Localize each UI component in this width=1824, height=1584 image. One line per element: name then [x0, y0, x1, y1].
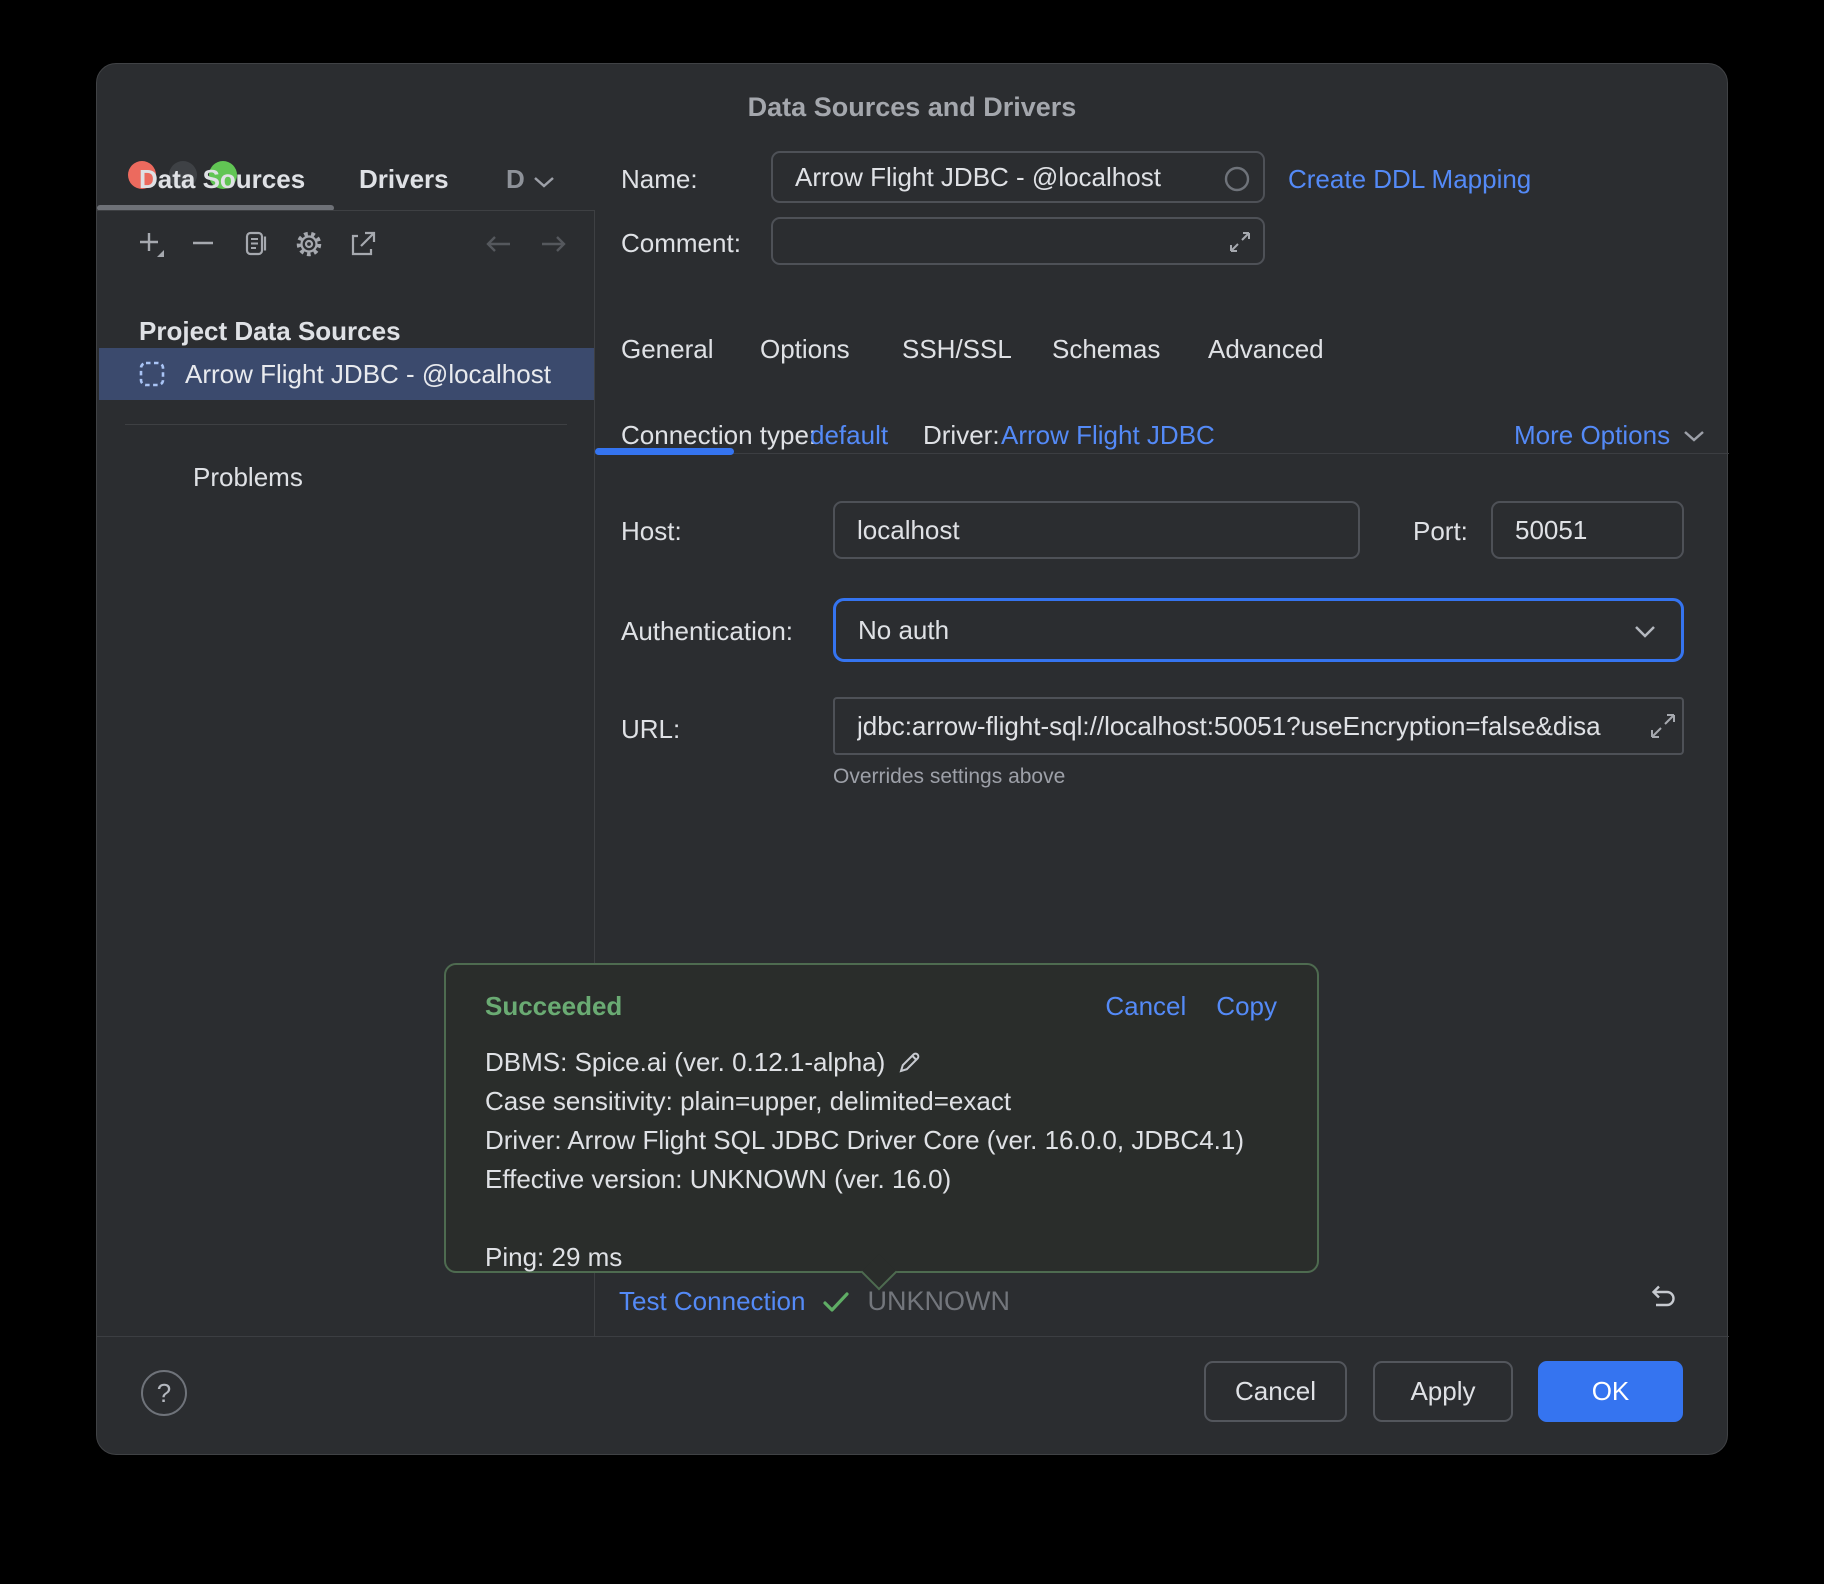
popup-copy-link[interactable]: Copy [1216, 991, 1277, 1022]
port-label: Port: [1413, 516, 1468, 547]
back-icon[interactable] [480, 226, 516, 262]
authentication-value: No auth [858, 615, 949, 646]
driver-line: Driver: Arrow Flight SQL JDBC Driver Cor… [485, 1121, 1244, 1160]
settings-gear-icon[interactable] [291, 226, 327, 262]
dbms-text: DBMS: Spice.ai (ver. 0.12.1-alpha) [485, 1043, 885, 1082]
screen: Data Sources and Drivers Data Sources Dr… [0, 0, 1824, 1584]
ping-line: Ping: 29 ms [485, 1238, 1244, 1277]
check-icon [821, 1289, 851, 1315]
host-label: Host: [621, 516, 682, 547]
authentication-select[interactable]: No auth [833, 598, 1684, 662]
select-chevron-down-icon [1633, 623, 1657, 641]
driver-value-link[interactable]: Arrow Flight JDBC [1001, 420, 1215, 451]
project-data-sources-header: Project Data Sources [139, 316, 401, 347]
connection-type-label: Connection type: [621, 420, 816, 451]
popup-cancel-link[interactable]: Cancel [1105, 991, 1186, 1022]
url-input[interactable]: jdbc:arrow-flight-sql://localhost:50051?… [833, 697, 1684, 755]
url-label: URL: [621, 714, 680, 745]
port-value: 50051 [1515, 515, 1587, 546]
expand-url-icon[interactable] [1648, 711, 1678, 741]
undo-icon[interactable] [1642, 1282, 1680, 1318]
datasource-icon [137, 359, 167, 389]
host-input[interactable]: localhost [833, 501, 1360, 559]
spinner-icon [1223, 165, 1251, 193]
duplicate-icon[interactable] [238, 226, 274, 262]
dbms-line: DBMS: Spice.ai (ver. 0.12.1-alpha) [485, 1043, 1244, 1082]
forward-icon[interactable] [536, 226, 572, 262]
test-connection-result-popup: Succeeded Cancel Copy DBMS: Spice.ai (ve… [444, 963, 1319, 1273]
tab-options[interactable]: Options [760, 334, 850, 365]
edit-pencil-icon[interactable] [895, 1049, 923, 1077]
tab-advanced[interactable]: Advanced [1208, 334, 1324, 365]
window-title: Data Sources and Drivers [97, 92, 1727, 123]
tree-separator [125, 424, 567, 425]
more-options-chevron-down-icon [1682, 427, 1706, 445]
more-options[interactable]: More Options [1514, 420, 1706, 451]
add-datasource-icon[interactable] [133, 226, 169, 262]
more-options-label: More Options [1514, 420, 1670, 451]
help-button[interactable]: ? [141, 1370, 187, 1416]
remove-datasource-icon[interactable] [185, 226, 221, 262]
case-sensitivity-line: Case sensitivity: plain=upper, delimited… [485, 1082, 1244, 1121]
data-sources-dialog: Data Sources and Drivers Data Sources Dr… [96, 63, 1728, 1455]
blank-line [485, 1199, 1244, 1238]
create-ddl-mapping-link[interactable]: Create DDL Mapping [1288, 164, 1531, 195]
apply-button[interactable]: Apply [1373, 1361, 1513, 1422]
url-value: jdbc:arrow-flight-sql://localhost:50051?… [857, 711, 1601, 742]
url-caption: Overrides settings above [833, 765, 1065, 789]
comment-input[interactable] [771, 217, 1265, 265]
port-input[interactable]: 50051 [1491, 501, 1684, 559]
tab-general[interactable]: General [621, 334, 714, 365]
expand-comment-icon[interactable] [1227, 229, 1253, 255]
datasource-item-label: Arrow Flight JDBC - @localhost [185, 359, 551, 390]
comment-label: Comment: [621, 228, 741, 259]
name-label: Name: [621, 164, 698, 195]
test-connection-row: Test Connection UNKNOWN [619, 1286, 1010, 1317]
authentication-label: Authentication: [621, 616, 793, 647]
status-succeeded: Succeeded [485, 991, 622, 1022]
host-value: localhost [857, 515, 960, 546]
tab-data-sources[interactable]: Data Sources [139, 164, 305, 195]
effective-version-line: Effective version: UNKNOWN (ver. 16.0) [485, 1160, 1244, 1199]
name-value: Arrow Flight JDBC - @localhost [795, 162, 1161, 193]
datasource-item-selected[interactable]: Arrow Flight JDBC - @localhost [99, 348, 594, 400]
tab-drivers[interactable]: Drivers [359, 164, 449, 195]
help-icon: ? [157, 1378, 171, 1409]
tabs-chevron-down-icon[interactable] [531, 172, 557, 192]
main-tabs-divider [594, 453, 1729, 454]
connection-type-value[interactable]: default [810, 420, 888, 451]
tab-schemas[interactable]: Schemas [1052, 334, 1160, 365]
cancel-button[interactable]: Cancel [1204, 1361, 1347, 1422]
test-result-text: UNKNOWN [867, 1286, 1010, 1317]
footer-divider [97, 1336, 1729, 1337]
tab-ssh-ssl[interactable]: SSH/SSL [902, 334, 1012, 365]
ok-button[interactable]: OK [1538, 1361, 1683, 1422]
problems-item[interactable]: Problems [193, 462, 303, 493]
export-icon[interactable] [345, 226, 381, 262]
name-input[interactable]: Arrow Flight JDBC - @localhost [771, 151, 1265, 203]
tab-overflow-truncated[interactable]: D [506, 164, 525, 195]
tabstrip-divider [97, 210, 594, 211]
driver-label: Driver: [923, 420, 1000, 451]
test-connection-link[interactable]: Test Connection [619, 1286, 805, 1317]
